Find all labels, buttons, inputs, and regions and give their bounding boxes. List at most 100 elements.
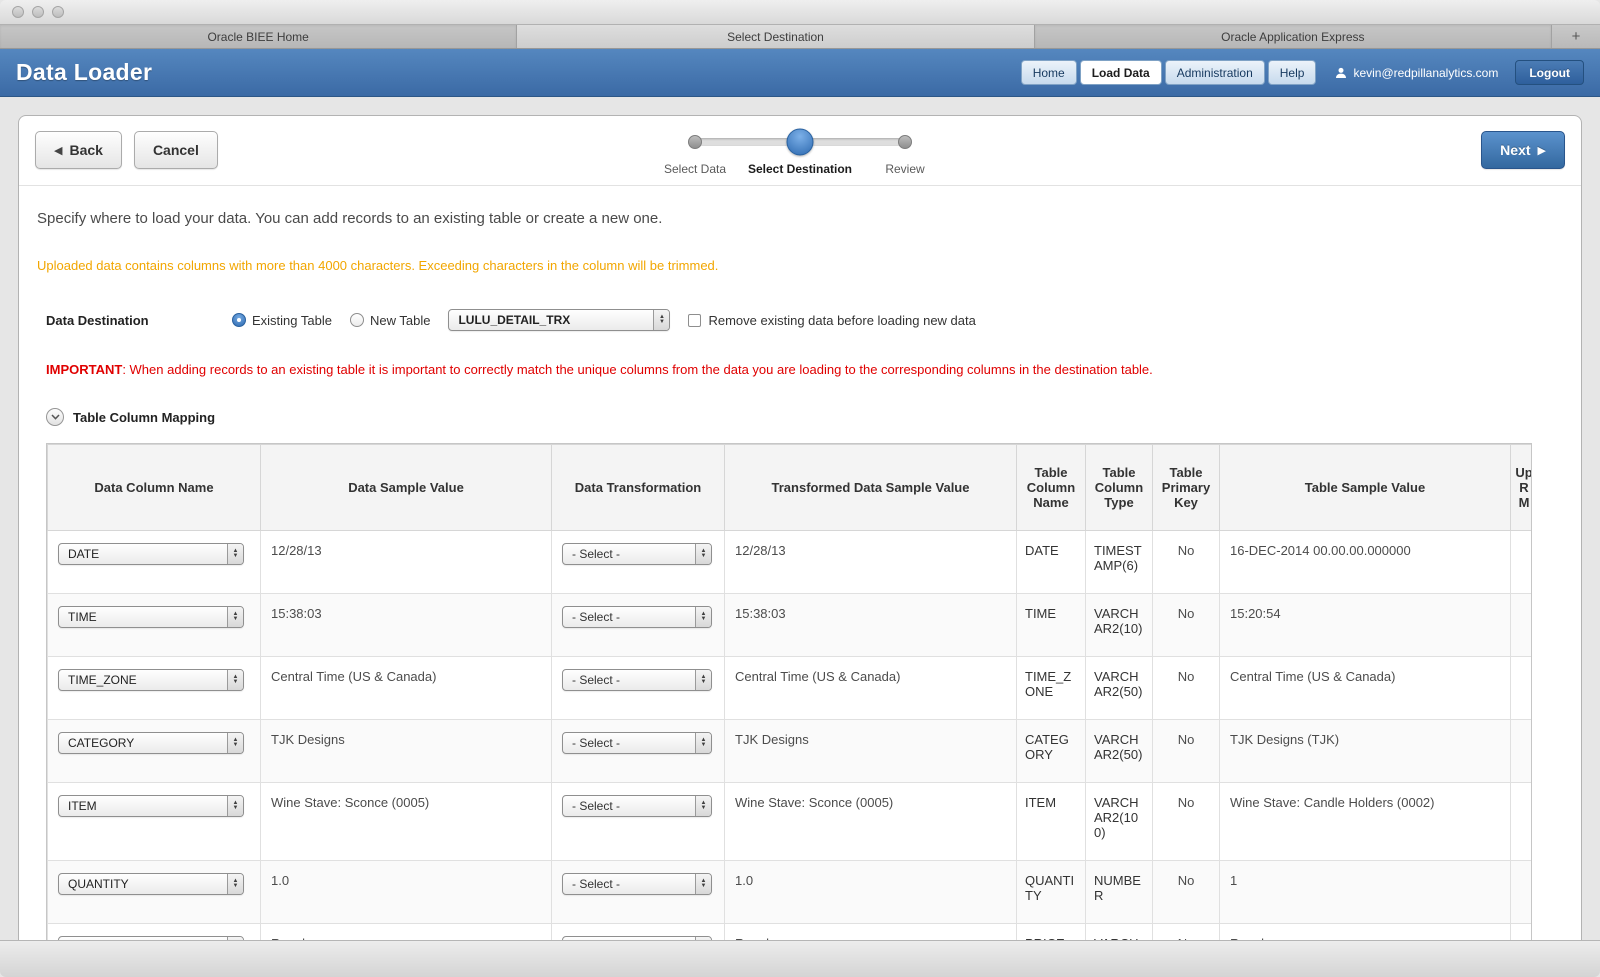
main-panel: ◀ Back Cancel Select Data Select Destina… — [18, 115, 1582, 977]
table-column-mapping-toggle[interactable] — [46, 408, 64, 426]
app-header: Data Loader Home Load Data Administratio… — [0, 49, 1600, 97]
wizard-track — [688, 128, 912, 156]
col-header-clipped: Up R M — [1510, 444, 1531, 531]
wizard-step-labels: Select Data Select Destination Review — [664, 162, 925, 178]
new-table-radio-label[interactable]: New Table — [370, 313, 430, 328]
destination-table-select[interactable]: LULU_DETAIL_TRX ▲ ▼ — [448, 309, 671, 331]
data-transformation-cell: - Select - ▲▼ — [551, 782, 725, 861]
col-header-transformed-data-sample-value: Transformed Data Sample Value — [724, 444, 1017, 531]
next-button-label: Next — [1500, 142, 1531, 158]
nav-load-data[interactable]: Load Data — [1079, 60, 1162, 85]
existing-table-radio[interactable] — [232, 313, 246, 327]
table-row: TIME ▲ ▼ 15:38:03 - Select - ▲ ▼ 15:38:03 … — [47, 593, 1531, 657]
data-column-select[interactable]: ITEM ▲ ▼ — [58, 795, 244, 817]
mapping-table-header-row: Data Column Name Data Sample Value Data … — [47, 444, 1531, 531]
data-transformation-select[interactable]: - Select - ▲▼ — [562, 795, 712, 817]
table-row: TIME_ZONE ▲ ▼ Central Time (US & Canada) … — [47, 656, 1531, 720]
data-column-select[interactable]: QUANTITY ▲ ▼ — [58, 873, 244, 895]
data-transformation-cell: - Select - ▲▼ — [551, 719, 725, 783]
data-transformation-select-value: - Select - — [572, 799, 621, 813]
table-column-type-cell: NUMBER — [1085, 860, 1153, 924]
browser-tab-oracle-application-express[interactable]: Oracle Application Express — [1034, 25, 1552, 48]
minimize-icon[interactable] — [32, 6, 44, 18]
table-column-name-cell: DATE — [1016, 530, 1086, 594]
data-transformation-select[interactable]: - Select - ▲▼ — [562, 669, 712, 691]
col-header-data-sample-value: Data Sample Value — [260, 444, 552, 531]
user-icon — [1336, 67, 1347, 78]
data-transformation-select[interactable]: - Select - ▲▼ — [562, 606, 712, 628]
app-window: { "colors": { "header_blue": "#3f6fa8", … — [0, 0, 1600, 977]
browser-tab-oracle-biee-home[interactable]: Oracle BIEE Home — [0, 25, 518, 48]
data-transformation-select[interactable]: - Select - ▲▼ — [562, 873, 712, 895]
table-column-name-cell: TIME_ZONE — [1016, 656, 1086, 720]
important-text: : When adding records to an existing tab… — [122, 362, 1153, 377]
data-transformation-select-value: - Select - — [572, 673, 621, 687]
select-stepper-icon: ▲▼ — [227, 733, 243, 753]
new-tab-button[interactable]: + — [1552, 25, 1600, 48]
transformed-sample-value-cell: Central Time (US & Canada) — [724, 656, 1017, 720]
existing-table-radio-label[interactable]: Existing Table — [252, 313, 332, 328]
table-primary-key-cell: No — [1152, 593, 1220, 657]
data-column-select[interactable]: TIME ▲ ▼ — [58, 606, 244, 628]
close-icon[interactable] — [12, 6, 24, 18]
col-header-table-column-name: Table Column Name — [1016, 444, 1086, 531]
cancel-button[interactable]: Cancel — [133, 131, 218, 169]
data-column-select[interactable]: DATE ▲ ▼ — [58, 543, 244, 565]
table-column-type-cell: TIMESTAMP(6) — [1085, 530, 1153, 594]
table-column-name-cell: ITEM — [1016, 782, 1086, 861]
select-stepper-icon: ▲▼ — [227, 874, 243, 894]
user-info: kevin@redpillanalytics.com — [1335, 66, 1498, 80]
col-header-data-transformation: Data Transformation — [551, 444, 725, 531]
table-primary-key-cell: No — [1152, 860, 1220, 924]
select-stepper-icon: ▲▼ — [695, 796, 711, 816]
wizard-toolbar: ◀ Back Cancel Select Data Select Destina… — [19, 116, 1581, 186]
data-column-select[interactable]: CATEGORY ▲ ▼ — [58, 732, 244, 754]
table-sample-value-cell: 15:20:54 — [1219, 593, 1511, 657]
window-bottom-edge — [0, 940, 1600, 977]
important-note: IMPORTANT: When adding records to an exi… — [46, 362, 1551, 377]
remove-existing-checkbox-label[interactable]: Remove existing data before loading new … — [708, 313, 975, 328]
data-column-cell: DATE ▲ ▼ — [47, 530, 261, 594]
col-header-data-column-name: Data Column Name — [47, 444, 261, 531]
next-button[interactable]: Next ▶ — [1481, 131, 1565, 169]
new-table-radio[interactable] — [349, 313, 364, 327]
data-transformation-cell: - Select - ▲▼ — [551, 656, 725, 720]
zoom-icon[interactable] — [52, 6, 64, 18]
user-email: kevin@redpillanalytics.com — [1353, 65, 1499, 80]
select-stepper-icon: ▲▼ — [653, 310, 670, 330]
table-sample-value-cell: TJK Designs (TJK) — [1219, 719, 1511, 783]
data-transformation-cell: - Select - ▲▼ — [551, 860, 725, 924]
table-column-mapping-header: Table Column Mapping — [46, 408, 1581, 426]
table-sample-value-cell: 1 — [1219, 860, 1511, 924]
data-sample-value-cell: 1.0 — [260, 860, 552, 924]
data-transformation-cell: - Select - ▲▼ — [551, 530, 725, 594]
select-stepper-icon: ▲▼ — [695, 733, 711, 753]
table-row: DATE ▲ ▼ 12/28/13 - Select - ▲ ▼ 12/28/13 … — [47, 530, 1531, 594]
table-row: ITEM ▲ ▼ Wine Stave: Sconce (0005) - Sele… — [47, 782, 1531, 861]
col-header-table-sample-value: Table Sample Value — [1219, 444, 1511, 531]
data-column-select[interactable]: TIME_ZONE ▲ ▼ — [58, 669, 244, 691]
back-button[interactable]: ◀ Back — [35, 131, 122, 169]
nav-home[interactable]: Home — [1020, 60, 1077, 85]
header-nav: Home Load Data Administration Help kevin… — [1020, 60, 1584, 85]
clipped-cell — [1510, 860, 1531, 924]
logout-button[interactable]: Logout — [1515, 60, 1584, 85]
chevron-down-icon — [50, 414, 60, 420]
wizard-step-label-review: Review — [885, 162, 925, 176]
remove-existing-checkbox[interactable] — [688, 313, 702, 327]
data-transformation-select[interactable]: - Select - ▲▼ — [562, 543, 712, 565]
data-column-select-value: CATEGORY — [68, 736, 135, 750]
table-primary-key-cell: No — [1152, 719, 1220, 783]
table-sample-value-cell: 16-DEC-2014 00.00.00.000000 — [1219, 530, 1511, 594]
nav-administration[interactable]: Administration — [1164, 60, 1265, 85]
nav-help[interactable]: Help — [1267, 60, 1317, 85]
clipped-cell — [1510, 782, 1531, 861]
transformed-sample-value-cell: 1.0 — [724, 860, 1017, 924]
browser-tab-select-destination[interactable]: Select Destination — [517, 25, 1035, 48]
tab-label: Oracle BIEE Home — [207, 29, 309, 44]
plus-icon: + — [1571, 28, 1581, 45]
data-destination-row: Data Destination Existing Table New Tabl… — [46, 309, 1563, 331]
table-column-name-cell: QUANTITY — [1016, 860, 1086, 924]
data-transformation-select[interactable]: - Select - ▲▼ — [562, 732, 712, 754]
wizard-step-dot-select-destination — [786, 128, 814, 156]
